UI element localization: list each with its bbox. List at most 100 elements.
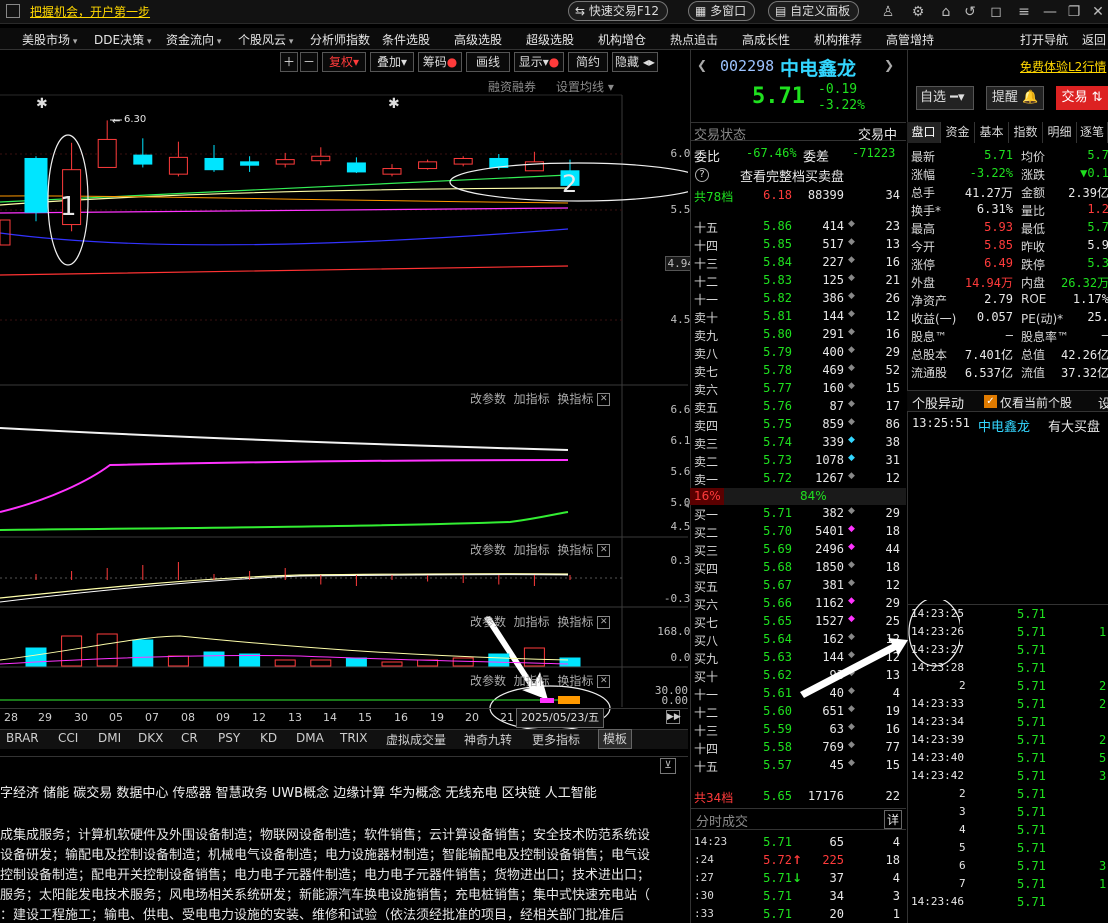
l2-trial-link[interactable]: 免费体验L2行情 (1020, 58, 1106, 75)
collapse-icon[interactable]: ⊻ (660, 758, 676, 774)
ask-level-row[interactable]: 卖三 5.74 339 38 ◆ (694, 434, 902, 452)
multi-window-button[interactable]: ▦ 多窗口 (688, 1, 756, 21)
panel2-edit-params[interactable]: 改参数 (470, 392, 506, 406)
user-icon[interactable]: ♙ (878, 2, 898, 22)
menu-fund-flow[interactable]: 资金流向 (166, 31, 221, 48)
ask-level-row[interactable]: 十四 5.85 517 13 ◆ (694, 236, 902, 254)
stat-row[interactable]: 流通股 6.537亿 流值 37.32亿 (911, 363, 1108, 381)
stat-row[interactable]: 涨幅 -3.22% 涨跌 ▼0.1 (911, 165, 1108, 183)
trade-button[interactable]: 交易 ⇅ (1056, 86, 1108, 110)
stat-row[interactable]: 最高 5.93 最低 5.7 (911, 219, 1108, 237)
bid-level-row[interactable]: 十五 5.57 45 15 ◆ (694, 757, 902, 775)
next-stock-icon[interactable]: ❯ (884, 58, 894, 72)
ask-level-row[interactable]: 卖七 5.78 469 52 ◆ (694, 362, 902, 380)
menu-dde[interactable]: DDE决策 (94, 31, 151, 48)
menu-analyst-index[interactable]: 分析师指数 (310, 31, 370, 48)
stat-row[interactable]: 收益(一) 0.057 PE(动)* 25. (911, 309, 1108, 327)
trade-row[interactable]: 14:23 5.71 65 4 (694, 834, 902, 852)
stat-row[interactable]: 外盘 14.94万 内盘 26.32万 (911, 273, 1108, 291)
menu-exec-increase[interactable]: 高管增持 (886, 31, 934, 48)
menu-us-market[interactable]: 美股市场 (22, 31, 77, 48)
ask-level-row[interactable]: 卖十 5.81 144 12 ◆ (694, 308, 902, 326)
tick-row[interactable]: 3 5.71 (911, 805, 1108, 823)
promo-link[interactable]: 把握机会，开户第一步 (30, 3, 150, 20)
tick-row[interactable]: 5 5.71 (911, 841, 1108, 859)
stat-row[interactable]: 股息™—股息率™— (911, 327, 1108, 345)
stat-row[interactable]: 涨停 6.49 跌停 5.3 (911, 255, 1108, 273)
tab-panko[interactable]: 盘口 (907, 122, 941, 143)
trades-detail-button[interactable]: 详 (884, 810, 903, 829)
ask-level-row[interactable]: 卖一 5.72 1267 12 ◆ (694, 470, 902, 488)
panel4-switch-indicator[interactable]: 换指标 (557, 615, 593, 629)
stat-row[interactable]: 今开 5.85 昨收 5.9 (911, 237, 1108, 255)
trade-row[interactable]: :24 5.72 225 18 ↑ (694, 852, 902, 870)
ask-level-row[interactable]: 卖四 5.75 859 86 ◆ (694, 416, 902, 434)
restore-icon[interactable]: ❐ (1064, 2, 1084, 22)
watchlist-button[interactable]: 自选 ━▾ (916, 86, 974, 110)
panel3-add-indicator[interactable]: 加指标 (514, 543, 550, 557)
menu-hot-track[interactable]: 热点追击 (670, 31, 718, 48)
panel3-switch-indicator[interactable]: 换指标 (557, 543, 593, 557)
tick-row[interactable]: 6 5.71 3 (911, 859, 1108, 877)
stat-row[interactable]: 换手* 6.31% 量比 1.2 (911, 201, 1108, 219)
tab-brar[interactable]: BRAR (6, 731, 39, 745)
tab-template[interactable]: 模板 (598, 729, 633, 749)
quick-trade-button[interactable]: ⇆ 快速交易F12 (568, 1, 669, 21)
bid-level-row[interactable]: 十三 5.59 63 16 ◆ (694, 721, 902, 739)
panel2-add-indicator[interactable]: 加指标 (514, 392, 550, 406)
tab-dmi[interactable]: DMI (98, 731, 121, 745)
alert-button[interactable]: 提醒 🔔 (986, 86, 1044, 110)
panel2-switch-indicator[interactable]: 换指标 (557, 392, 593, 406)
tab-kd[interactable]: KD (260, 731, 277, 745)
panel5-edit-params[interactable]: 改参数 (470, 674, 506, 688)
menu-open-nav[interactable]: 打开导航 (1020, 31, 1068, 48)
minimize-icon[interactable]: — (1040, 2, 1060, 22)
tab-magic-nine[interactable]: 神奇九转 (464, 731, 512, 748)
ask-level-row[interactable]: 十一 5.82 386 26 ◆ (694, 290, 902, 308)
menu-back[interactable]: 返回 (1082, 31, 1106, 48)
bid-level-row[interactable]: 买四 5.68 1850 18 ◆ (694, 559, 902, 577)
panel3-edit-params[interactable]: 改参数 (470, 543, 506, 557)
full-book-button[interactable]: 查看完整档买卖盘 (740, 166, 844, 185)
tick-row[interactable]: 14:23:46 5.71 (911, 895, 1108, 913)
bid-level-row[interactable]: 十四 5.58 769 77 ◆ (694, 739, 902, 757)
tick-row[interactable]: 4 5.71 (911, 823, 1108, 841)
bid-level-row[interactable]: 买五 5.67 381 12 ◆ (694, 577, 902, 595)
tick-row[interactable]: 7 5.71 1 (911, 877, 1108, 895)
tab-basic[interactable]: 基本 (975, 122, 1009, 143)
tick-row[interactable]: 2 5.71 (911, 787, 1108, 805)
stat-row[interactable]: 总手 41.27万 金额 2.39亿 (911, 183, 1108, 201)
ask-level-row[interactable]: 十五 5.86 414 23 ◆ (694, 218, 902, 236)
menu-super-pick[interactable]: 超级选股 (526, 31, 574, 48)
tab-tick[interactable]: 逐笔 (1077, 122, 1108, 143)
ask-level-row[interactable]: 十三 5.84 227 16 ◆ (694, 254, 902, 272)
tab-psy[interactable]: PSY (218, 731, 240, 745)
bid-level-row[interactable]: 买二 5.70 5401 18 ◆ (694, 523, 902, 541)
ask-level-row[interactable]: 卖八 5.79 400 29 ◆ (694, 344, 902, 362)
menu-condition-pick[interactable]: 条件选股 (382, 31, 430, 48)
anomaly-stock[interactable]: 中电鑫龙 (978, 416, 1030, 435)
scroll-right-icon[interactable]: ▶▶ (666, 710, 681, 724)
tab-funds[interactable]: 资金 (941, 122, 975, 143)
ask-level-row[interactable]: 卖九 5.80 291 16 ◆ (694, 326, 902, 344)
menu-inst-recommend[interactable]: 机构推荐 (814, 31, 862, 48)
menu-advanced-pick[interactable]: 高级选股 (454, 31, 502, 48)
panel3-close-icon[interactable]: ✕ (597, 544, 611, 557)
anomaly-settings[interactable]: 设 (1098, 393, 1108, 412)
tick-row[interactable]: 14:23:39 5.71 2 (911, 733, 1108, 751)
menu-high-growth[interactable]: 高成长性 (742, 31, 790, 48)
stat-row[interactable]: 总股本 7.401亿 总值 42.26亿 (911, 345, 1108, 363)
panel4-edit-params[interactable]: 改参数 (470, 615, 506, 629)
menu-inst-increase[interactable]: 机构增仓 (598, 31, 646, 48)
lock-icon[interactable]: ⌂ (936, 2, 956, 22)
stat-row[interactable]: 净资产 2.79 ROE 1.17% (911, 291, 1108, 309)
panel2-close-icon[interactable]: ✕ (597, 393, 611, 406)
stat-row[interactable]: 最新 5.71 均价 5.7 (911, 147, 1108, 165)
panel4-add-indicator[interactable]: 加指标 (514, 615, 550, 629)
panel5-add-indicator[interactable]: 加指标 (514, 674, 550, 688)
tab-cci[interactable]: CCI (58, 731, 78, 745)
trade-row[interactable]: :33 5.71 20 1 (694, 906, 902, 923)
custom-panel-button[interactable]: ▤ 自定义面板 (768, 1, 860, 21)
menu-stock-news[interactable]: 个股风云 (238, 31, 293, 48)
panel5-switch-indicator[interactable]: 换指标 (557, 674, 593, 688)
